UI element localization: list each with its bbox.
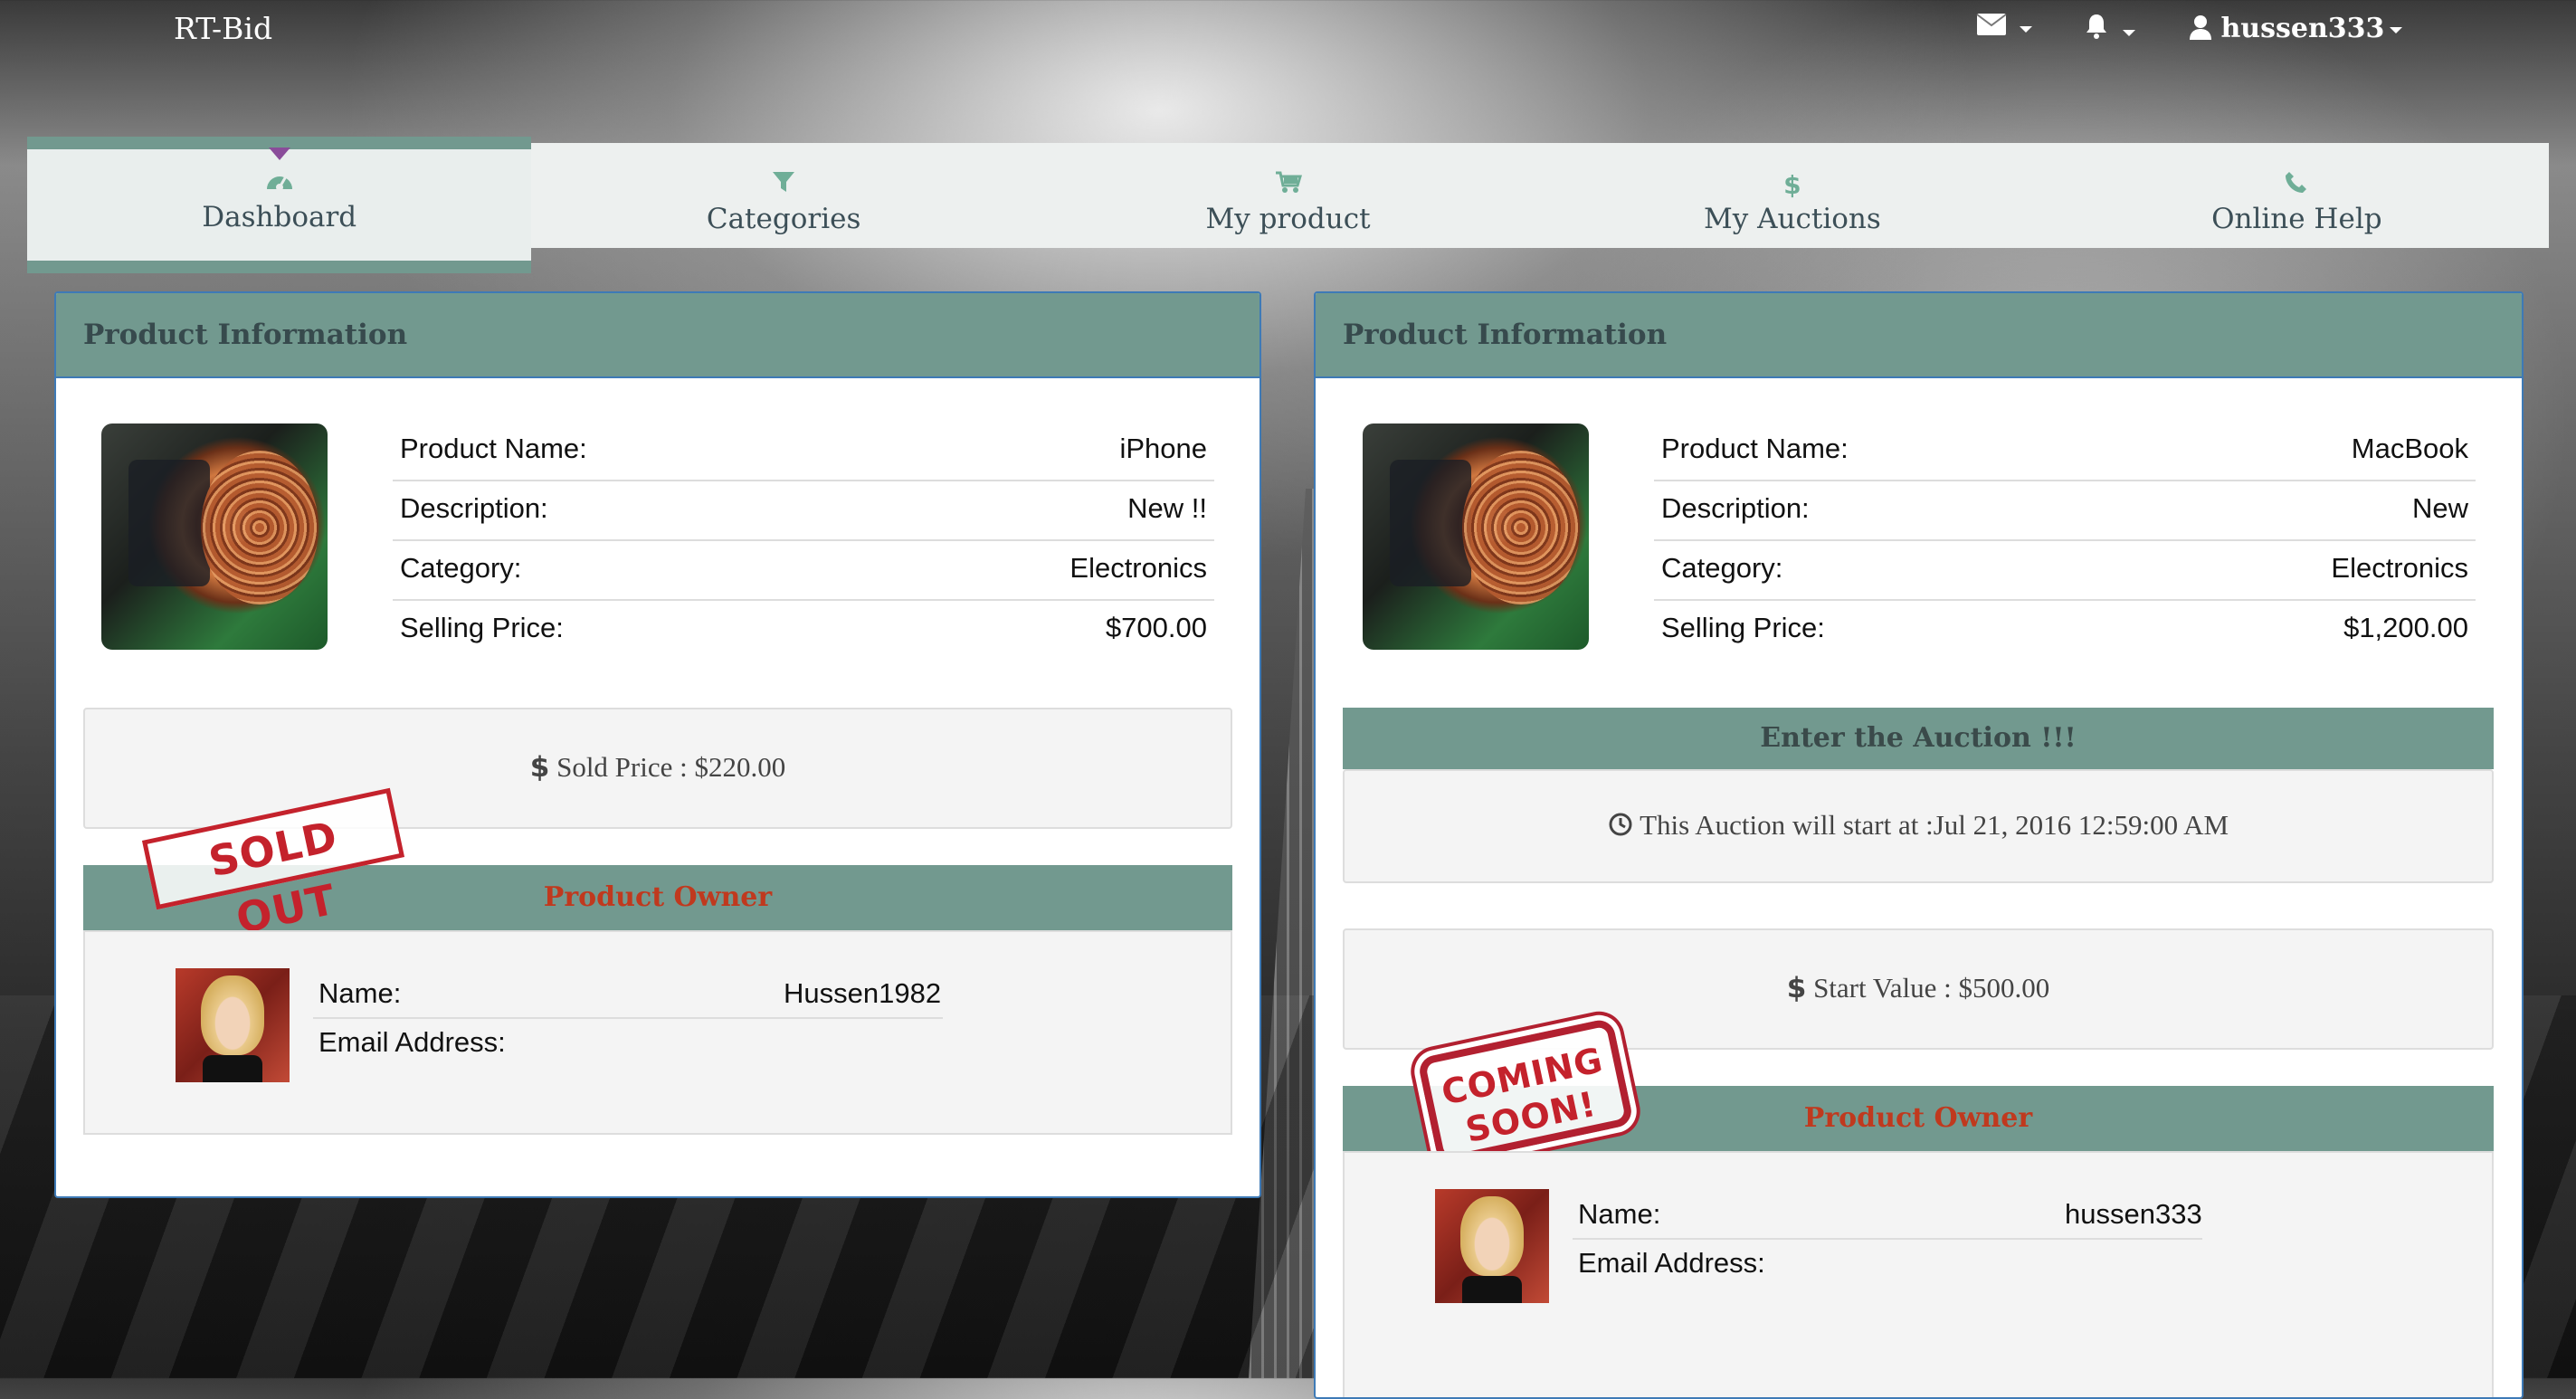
dollar-icon: $ [529,751,550,784]
main-tabs: Dashboard Categories My product $ My Auc… [27,137,2549,273]
info-row-selling-price: Selling Price: $1,200.00 [1661,612,2468,643]
info-row-category: Category: Electronics [393,541,1214,601]
dollar-icon: $ [1786,972,1807,1004]
sold-price-text: Sold Price : $220.00 [556,751,786,783]
user-name: hussen333 [2220,13,2385,44]
product-image [101,424,328,650]
product-panel-left: Product Information Product Name: iPhone … [54,291,1261,1198]
tab-my-product[interactable]: My product [1036,143,1540,248]
phone-icon [2045,170,2549,200]
product-info-table: Product Name: iPhone Description: New !! C… [393,422,1214,659]
user-icon [2190,13,2220,44]
owner-name-label: Name: [1578,1198,1661,1230]
tab-dashboard[interactable]: Dashboard [27,137,532,273]
tab-label: My product [1205,203,1371,235]
product-info-table: Product Name: MacBook Description: New Cat… [1654,422,2476,659]
info-row-description: Description: New !! [393,481,1214,541]
user-menu[interactable]: hussen333 [2190,13,2403,44]
envelope-icon [1976,13,2014,43]
panel-header: Product Information [56,293,1259,378]
sold-price-box: $ Sold Price : $220.00 [83,708,1232,829]
owner-name-value: hussen333 [2065,1198,2202,1230]
owner-divider [313,1017,943,1019]
chevron-down-icon [2390,26,2403,33]
info-row-product-name: Product Name: iPhone [393,422,1214,481]
start-value-box: $ Start Value : $500.00 [1343,928,2494,1050]
chevron-down-icon [2020,25,2033,33]
clock-icon [1608,809,1640,841]
notifications-dropdown[interactable] [2083,13,2136,47]
dollar-icon: $ [1783,170,1801,200]
product-panel-right: Product Information Product Name: MacBook… [1314,291,2524,1399]
dashboard-icon [27,167,531,197]
owner-divider [1573,1238,2202,1240]
panel-title: Product Information [1343,319,1668,351]
info-row-product-name: Product Name: MacBook [1654,422,2476,481]
chevron-down-icon [2123,29,2136,36]
top-navbar: RT-Bid hussen333 [0,0,2576,60]
tab-categories[interactable]: Categories [531,143,1035,248]
auction-start-text: This Auction will start at :Jul 21, 2016… [1640,809,2229,841]
enter-auction-label: Enter the Auction !!! [1760,722,2077,754]
tab-label: Dashboard [202,201,357,233]
bell-icon [2083,14,2117,46]
product-owner-box: Name: hussen333 Email Address: [1343,1151,2494,1397]
brand-logo[interactable]: RT-Bid [174,11,272,46]
owner-name-label: Name: [318,977,402,1009]
avatar [176,968,290,1082]
info-row-selling-price: Selling Price: $700.00 [400,612,1207,643]
tab-label: Categories [706,203,861,235]
tab-label: My Auctions [1704,203,1881,235]
start-value-text: Start Value : $500.00 [1813,972,2050,1004]
owner-email-label: Email Address: [1578,1247,1765,1279]
panel-title: Product Information [83,319,408,351]
owner-name-value: Hussen1982 [784,977,942,1009]
avatar [1435,1189,1549,1303]
enter-auction-button[interactable]: Enter the Auction !!! [1343,708,2494,769]
product-owner-box: Name: Hussen1982 Email Address: [83,930,1232,1135]
filter-icon [531,170,1035,200]
product-image [1363,424,1589,650]
tab-label: Online Help [2211,203,2382,235]
messages-dropdown[interactable] [1976,13,2033,43]
info-row-category: Category: Electronics [1654,541,2476,601]
active-indicator [268,148,290,160]
cart-icon [1036,170,1540,200]
auction-start-box: This Auction will start at :Jul 21, 2016… [1343,769,2494,883]
info-row-description: Description: New [1654,481,2476,541]
tab-my-auctions[interactable]: $ My Auctions [1540,143,2044,248]
tab-online-help[interactable]: Online Help [2045,143,2549,248]
owner-email-label: Email Address: [318,1026,506,1058]
panel-header: Product Information [1316,293,2522,378]
